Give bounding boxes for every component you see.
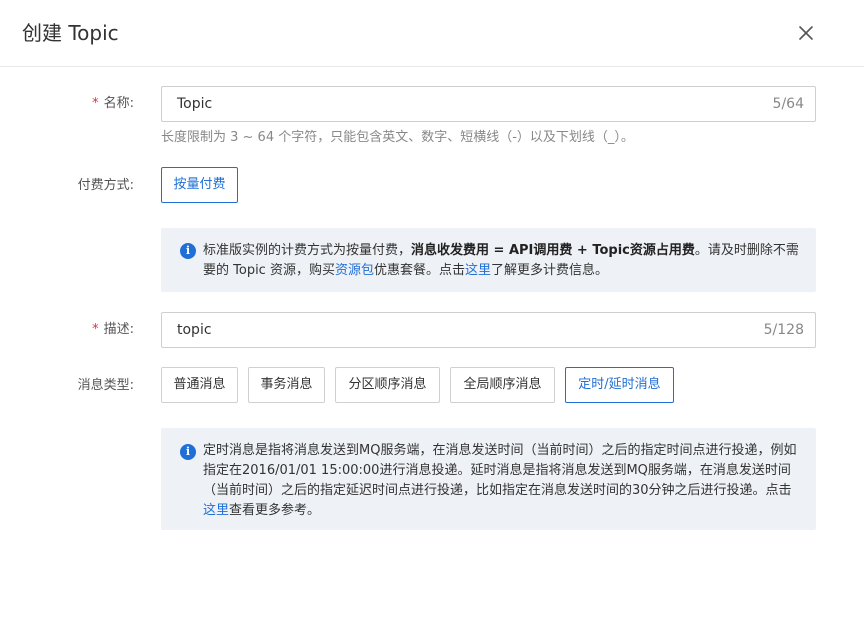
description-label-text: 描述:	[103, 322, 134, 337]
message-type-more-link[interactable]: 这里	[203, 503, 229, 518]
name-hint: 长度限制为 3 ~ 64 个字符，只能包含英文、数字、短横线（-）以及下划线（_…	[161, 130, 634, 145]
message-type-global-order[interactable]: 全局顺序消息	[450, 367, 555, 403]
description-char-counter: 5/128	[763, 322, 804, 338]
message-type-info-text: 定时消息是指将消息发送到MQ服务端，在消息发送时间（当前时间）之后的指定时间点进…	[203, 443, 797, 518]
dialog-title: 创建 Topic	[22, 21, 119, 45]
message-type-label: 消息类型:	[77, 378, 134, 393]
message-type-normal[interactable]: 普通消息	[161, 367, 238, 403]
message-type-transaction[interactable]: 事务消息	[248, 367, 325, 403]
billing-label: 付费方式:	[77, 178, 134, 193]
description-input-value: topic	[177, 322, 212, 338]
billing-option-pay-as-you-go[interactable]: 按量付费	[161, 167, 238, 203]
description-label: * 描述:	[92, 320, 134, 340]
required-mark: *	[92, 96, 99, 111]
resource-pack-link[interactable]: 资源包	[335, 263, 374, 278]
billing-info-text: 标准版实例的计费方式为按量付费，消息收发费用 = API调用费 + Topic资…	[203, 243, 799, 278]
close-icon	[799, 26, 813, 40]
dialog-header: 创建 Topic	[0, 0, 864, 67]
name-char-counter: 5/64	[772, 96, 804, 112]
required-mark: *	[92, 322, 99, 337]
message-type-scheduled-delay[interactable]: 定时/延时消息	[565, 367, 674, 403]
description-input[interactable]: topic 5/128	[161, 312, 816, 348]
name-input-value: Topic	[177, 96, 213, 112]
name-label-text: 名称:	[103, 96, 134, 111]
billing-info-box: i 标准版实例的计费方式为按量付费，消息收发费用 = API调用费 + Topi…	[161, 228, 816, 292]
info-icon: i	[180, 243, 196, 259]
billing-more-link[interactable]: 这里	[465, 263, 491, 278]
name-label: * 名称:	[92, 94, 134, 114]
name-input[interactable]: Topic 5/64	[161, 86, 816, 122]
message-type-partition-order[interactable]: 分区顺序消息	[335, 367, 440, 403]
close-button[interactable]	[793, 20, 819, 46]
info-icon: i	[180, 444, 196, 460]
message-type-info-box: i 定时消息是指将消息发送到MQ服务端，在消息发送时间（当前时间）之后的指定时间…	[161, 428, 816, 530]
